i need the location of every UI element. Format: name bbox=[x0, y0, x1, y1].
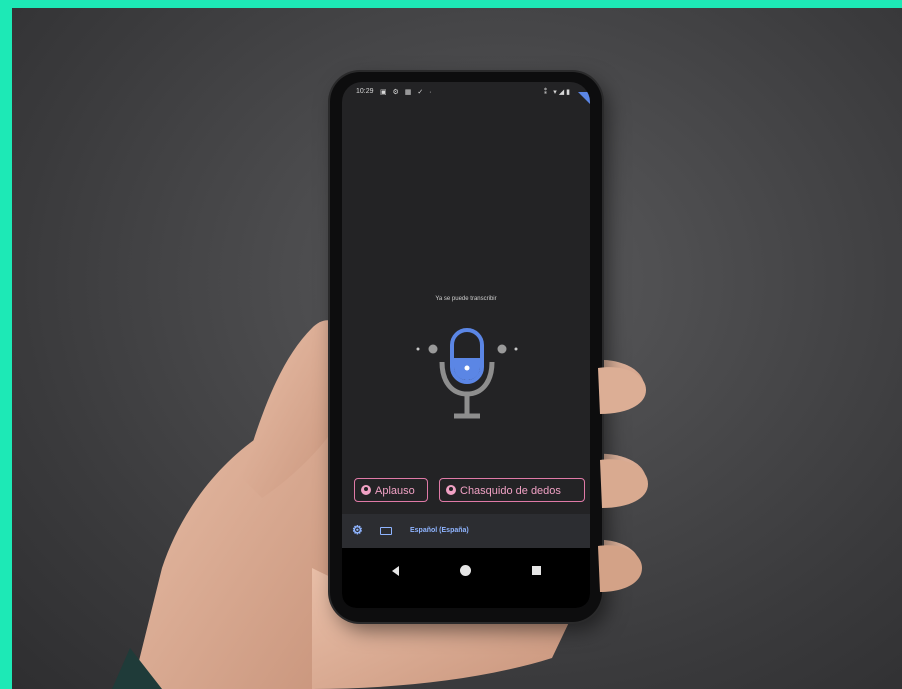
corner-indicator-icon[interactable] bbox=[578, 92, 590, 104]
phone: 10:29 ▣ ⚙ ▦ ✓ · ⁑ ▾◢▮ Ya se puede transc… bbox=[330, 72, 602, 622]
dot-icon bbox=[497, 344, 507, 354]
status-time: 10:29 bbox=[356, 88, 374, 95]
back-icon[interactable] bbox=[392, 566, 399, 576]
person-icon bbox=[446, 485, 456, 495]
navigation-bar bbox=[342, 548, 590, 608]
language-selector[interactable]: Español (España) bbox=[410, 527, 469, 534]
home-icon[interactable] bbox=[460, 565, 471, 576]
photo-background: 10:29 ▣ ⚙ ▦ ✓ · ⁑ ▾◢▮ Ya se puede transc… bbox=[12, 8, 902, 689]
chip-label: Aplauso bbox=[375, 485, 415, 497]
dot-icon bbox=[428, 344, 438, 354]
signal-battery-icons: ⁑ ▾◢▮ bbox=[543, 89, 572, 96]
dot-icon bbox=[416, 347, 420, 351]
microphone-lock-icon[interactable] bbox=[412, 316, 522, 426]
person-icon bbox=[361, 485, 371, 495]
language-bar: ⚙ Español (España) bbox=[342, 514, 590, 548]
notification-icons: ▣ ⚙ ▦ ✓ · bbox=[380, 89, 434, 96]
phone-screen: 10:29 ▣ ⚙ ▦ ✓ · ⁑ ▾◢▮ Ya se puede transc… bbox=[342, 82, 590, 608]
chip-label: Chasquido de dedos bbox=[460, 485, 561, 497]
chip-chasquido[interactable]: Chasquido de dedos bbox=[439, 478, 585, 502]
transcribe-prompt: Ya se puede transcribir bbox=[435, 296, 497, 302]
gear-icon[interactable]: ⚙ bbox=[352, 524, 363, 536]
chip-aplauso[interactable]: Aplauso bbox=[354, 478, 428, 502]
sound-chips: Aplauso Chasquido de dedos bbox=[352, 478, 588, 504]
recents-icon[interactable] bbox=[532, 566, 541, 575]
status-bar: 10:29 ▣ ⚙ ▦ ✓ · ⁑ ▾◢▮ bbox=[342, 82, 590, 104]
dot-icon bbox=[514, 347, 518, 351]
keyboard-icon[interactable] bbox=[380, 527, 392, 535]
